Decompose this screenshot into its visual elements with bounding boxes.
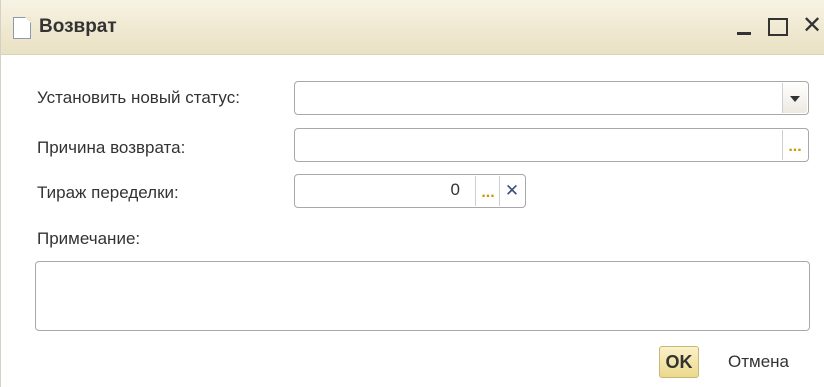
reason-input[interactable]: ...	[294, 128, 809, 162]
note-label: Примечание:	[37, 229, 141, 248]
chevron-down-icon	[790, 96, 800, 102]
document-icon	[13, 17, 31, 39]
rework-select-button[interactable]: ...	[475, 176, 500, 206]
rework-input[interactable]: 0 ... ✕	[294, 174, 526, 208]
status-select[interactable]	[294, 81, 809, 115]
return-dialog: Возврат ✕ Установить новый статус: Причи…	[0, 0, 824, 387]
ok-button[interactable]: OK	[659, 346, 699, 378]
minimize-button[interactable]	[733, 14, 755, 38]
rework-clear-button[interactable]: ✕	[499, 176, 524, 206]
reason-select-button[interactable]: ...	[782, 130, 807, 160]
minimize-icon	[737, 32, 751, 35]
reason-label: Причина возврата:	[37, 138, 186, 157]
status-label: Установить новый статус:	[37, 88, 240, 107]
rework-label: Тираж переделки:	[37, 183, 179, 202]
title-bar[interactable]: Возврат ✕	[1, 0, 824, 55]
window-title: Возврат	[39, 16, 117, 37]
maximize-button[interactable]	[767, 14, 789, 38]
status-dropdown-button[interactable]	[782, 83, 807, 113]
rework-value: 0	[450, 180, 460, 199]
note-textarea[interactable]	[35, 261, 810, 331]
cancel-button[interactable]: Отмена	[728, 352, 789, 372]
close-button[interactable]: ✕	[801, 14, 823, 38]
maximize-icon	[768, 18, 788, 36]
